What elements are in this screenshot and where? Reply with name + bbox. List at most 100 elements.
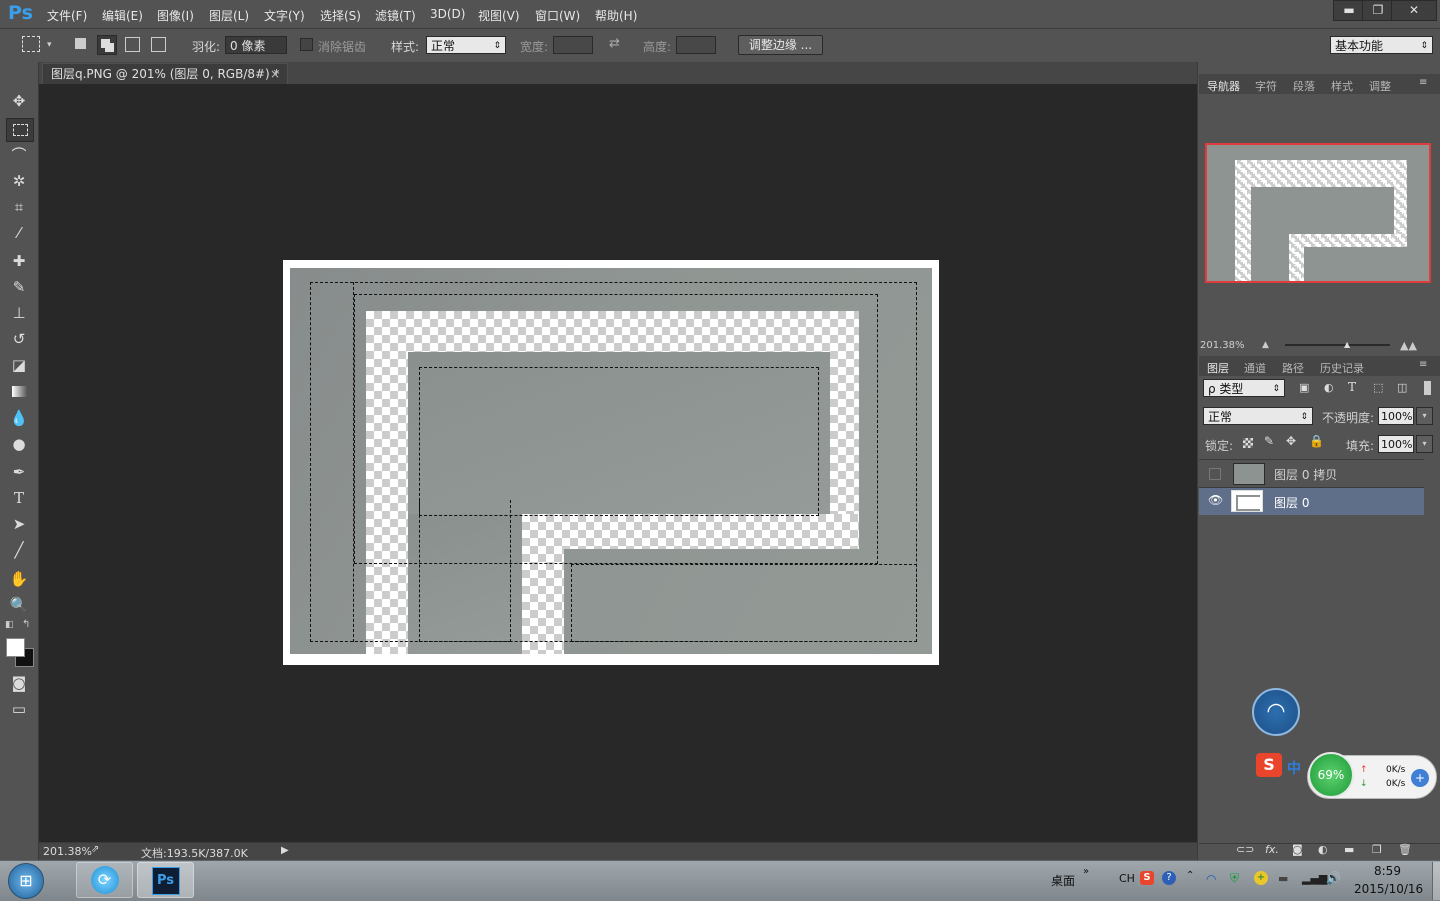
double-chevron-icon[interactable]: » — [1083, 866, 1089, 877]
panel-tab[interactable]: 样式 — [1331, 78, 1353, 94]
menu-item[interactable]: 帮助(H) — [595, 7, 637, 24]
minimize-button[interactable]: ▬ — [1333, 0, 1365, 21]
eyedropper-tool-icon[interactable]: ⁄ — [6, 222, 32, 244]
lock-position-icon[interactable]: ✥ — [1286, 434, 1296, 448]
zoom-tool-icon[interactable]: 🔍 — [6, 594, 32, 616]
new-group-icon[interactable]: ▬ — [1344, 843, 1354, 856]
add-mask-icon[interactable]: ◙ — [1292, 843, 1303, 856]
filter-smart-object-icon[interactable]: ◫ — [1397, 381, 1407, 394]
eye-icon[interactable]: 👁 — [1208, 493, 1223, 507]
device-tray-icon[interactable]: ▬ — [1278, 872, 1288, 885]
adjustment-layer-icon[interactable]: ◐ — [1318, 843, 1328, 856]
screen-mode-icon[interactable]: ▭ — [6, 698, 32, 720]
fill-dropdown-icon[interactable]: ▾ — [1416, 435, 1433, 453]
security-tray-icon[interactable]: ⛨ — [1230, 871, 1239, 886]
lock-pixels-icon[interactable]: ✎ — [1264, 434, 1274, 448]
menu-item[interactable]: 视图(V) — [478, 7, 520, 24]
brush-tool-icon[interactable]: ✎ — [6, 276, 32, 298]
magic-wand-tool-icon[interactable]: ✲ — [6, 170, 32, 192]
volume-tray-icon[interactable]: 🔊 — [1326, 871, 1341, 885]
clock-time[interactable]: 8:59 — [1374, 864, 1401, 878]
blur-tool-icon[interactable]: 💧 — [6, 407, 32, 429]
document-tab[interactable]: 图层q.PNG @ 201% (图层 0, RGB/8#) * × — [42, 63, 288, 84]
layer-name[interactable]: 图层 0 拷贝 — [1274, 466, 1337, 483]
menu-item[interactable]: 窗口(W) — [535, 7, 580, 24]
sogou-ime-icon[interactable]: S — [1256, 753, 1282, 777]
sogou-tray-icon[interactable]: S — [1140, 871, 1154, 885]
layers-panel-tab[interactable]: 路径 — [1282, 360, 1304, 376]
tray-expand-icon[interactable]: ⌃ — [1186, 870, 1194, 881]
dodge-tool-icon[interactable]: ● — [6, 433, 32, 455]
visibility-toggle[interactable] — [1209, 468, 1221, 480]
subtract-selection-icon[interactable] — [125, 37, 140, 52]
show-desktop-button[interactable] — [1432, 862, 1440, 900]
antialias-checkbox[interactable] — [300, 38, 313, 51]
filter-type-icon[interactable]: T — [1348, 380, 1356, 394]
layer-name[interactable]: 图层 0 — [1274, 494, 1309, 511]
filter-shape-icon[interactable]: ⬚ — [1373, 381, 1383, 394]
height-input[interactable] — [676, 36, 716, 54]
menu-item[interactable]: 图层(L) — [209, 7, 249, 24]
restore-button[interactable]: ❐ — [1362, 0, 1394, 21]
pen-tool-icon[interactable]: ✒ — [6, 461, 32, 483]
close-button[interactable]: ✕ — [1391, 0, 1437, 21]
delete-layer-icon[interactable]: 🗑 — [1398, 843, 1412, 856]
fx-icon[interactable]: fx. — [1265, 843, 1279, 856]
language-indicator[interactable]: CH — [1119, 872, 1135, 885]
healing-brush-tool-icon[interactable]: ✚ — [6, 250, 32, 272]
lock-all-icon[interactable]: 🔒 — [1309, 434, 1324, 448]
panel-tab[interactable]: 字符 — [1255, 78, 1277, 94]
swap-colors-icon[interactable]: ↰ — [22, 619, 30, 630]
status-menu-arrow-icon[interactable]: ▶ — [281, 845, 289, 856]
layer-row-selected[interactable]: 👁 图层 0 — [1199, 488, 1424, 515]
accelerate-icon[interactable]: + — [1411, 769, 1429, 787]
move-tool-icon[interactable]: ✥ — [6, 90, 32, 112]
style-select[interactable]: 正常 ⇕ — [426, 36, 506, 54]
default-colors-icon[interactable]: ◧ — [5, 620, 14, 630]
clock-date[interactable]: 2015/10/16 — [1354, 882, 1423, 896]
rect-marquee-tool-icon[interactable] — [6, 118, 34, 142]
menu-item[interactable]: 选择(S) — [320, 7, 361, 24]
navigator-zoom-slider[interactable]: ▲ — [1285, 340, 1390, 349]
refine-edge-button[interactable]: 调整边缘 ... — [738, 35, 823, 55]
stamp-tool-icon[interactable]: ⊥ — [6, 302, 32, 324]
navigator-zoom[interactable]: 201.38% — [1200, 340, 1245, 351]
guard-tray-icon[interactable]: + — [1254, 871, 1268, 885]
wifi-icon[interactable]: ◠ — [1252, 688, 1300, 736]
menu-item[interactable]: 编辑(E) — [102, 7, 143, 24]
menu-item[interactable]: 图像(I) — [157, 7, 194, 24]
line-tool-icon[interactable]: ╱ — [6, 539, 32, 561]
layers-panel-tab[interactable]: 通道 — [1244, 360, 1266, 376]
lasso-tool-icon[interactable]: ⌒ — [6, 144, 32, 166]
menu-item[interactable]: 滤镜(T) — [375, 7, 416, 24]
width-input[interactable] — [553, 36, 593, 54]
filter-adjustment-icon[interactable]: ◐ — [1324, 381, 1334, 394]
feather-input[interactable]: 0 像素 — [225, 36, 287, 54]
start-button[interactable]: ⊞ — [8, 863, 44, 899]
hand-tool-icon[interactable]: ✋ — [6, 568, 32, 590]
workspace-select[interactable]: 基本功能 ⇕ — [1330, 36, 1433, 54]
layers-panel-tab[interactable]: 图层 — [1207, 360, 1229, 376]
desktop-toolbar-label[interactable]: 桌面 — [1051, 872, 1075, 889]
zoom-level[interactable]: 201.38% — [43, 845, 92, 858]
intersect-selection-icon[interactable] — [151, 37, 166, 52]
opacity-input[interactable]: 100% — [1378, 407, 1414, 425]
export-icon[interactable]: ⇗ — [91, 844, 99, 855]
marquee-preset-icon[interactable] — [22, 36, 40, 52]
fill-input[interactable]: 100% — [1378, 435, 1414, 453]
taskbar-app-photoshop[interactable]: Ps — [137, 862, 194, 898]
menu-item[interactable]: 3D(D) — [430, 7, 465, 21]
filter-toggle[interactable] — [1424, 381, 1431, 395]
quick-mask-icon[interactable]: ◙ — [6, 672, 32, 694]
history-brush-tool-icon[interactable]: ↺ — [6, 328, 32, 350]
help-tray-icon[interactable]: ? — [1162, 871, 1176, 885]
panel-menu-icon[interactable]: ≡ — [1419, 77, 1427, 88]
zoom-out-icon[interactable]: ▲ — [1262, 340, 1269, 350]
crop-tool-icon[interactable]: ⌗ — [6, 196, 32, 218]
battery-gauge[interactable]: 69% — [1308, 752, 1354, 798]
gradient-tool-icon[interactable] — [6, 381, 32, 403]
menu-item[interactable]: 文件(F) — [47, 7, 87, 24]
layer-row[interactable]: 图层 0 拷贝 — [1199, 460, 1424, 488]
menu-item[interactable]: 文字(Y) — [264, 7, 305, 24]
signal-tray-icon[interactable]: ▂▄▆ — [1302, 872, 1327, 885]
